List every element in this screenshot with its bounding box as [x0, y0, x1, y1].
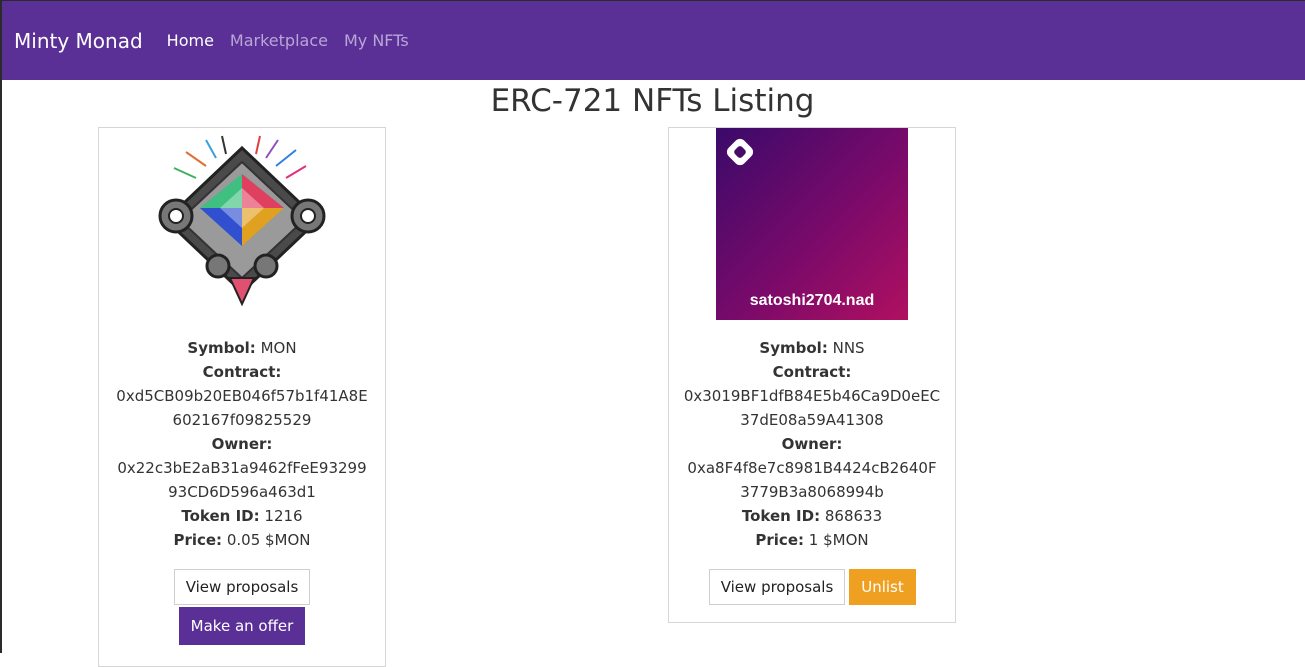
symbol-label: Symbol: — [759, 339, 828, 357]
token-id-row: Token ID: 1216 — [99, 504, 385, 528]
nft-card: satoshi2704.nad Symbol: NNS Contract: 0x… — [668, 127, 956, 623]
token-id-row: Token ID: 868633 — [669, 504, 955, 528]
symbol-value: MON — [260, 339, 297, 357]
token-id-label: Token ID: — [741, 507, 821, 525]
contract-label: Contract: — [772, 363, 852, 381]
price-label: Price: — [173, 531, 223, 549]
symbol-value: NNS — [832, 339, 865, 357]
token-id-value: 868633 — [824, 507, 883, 525]
owner-address: 0xa8F4f8e7c8981B4424cB2640F3779B3a806899… — [687, 459, 937, 501]
owner-label: Owner: — [781, 435, 843, 453]
nav-link-my-nfts[interactable]: My NFTs — [344, 31, 409, 50]
view-proposals-button[interactable]: View proposals — [174, 569, 310, 605]
price-row: Price: 0.05 $MON — [99, 528, 385, 552]
token-id-label: Token ID: — [181, 507, 260, 525]
unlist-button[interactable]: Unlist — [849, 569, 916, 605]
price-label: Price: — [755, 531, 804, 549]
price-value: 0.05 $MON — [226, 531, 311, 549]
nns-domain-text: satoshi2704.nad — [750, 292, 875, 309]
contract-address: 0x3019BF1dfB84E5b46Ca9D0eEC37dE08a59A413… — [683, 387, 941, 429]
brand-logo[interactable]: Minty Monad — [14, 29, 143, 53]
token-id-value: 1216 — [264, 507, 303, 525]
owner-label: Owner: — [211, 435, 273, 453]
nft-image-gem-gear — [158, 135, 326, 307]
page-title: ERC-721 NFTs Listing — [490, 83, 815, 119]
nft-details: Symbol: MON Contract: 0xd5CB09b20EB046f5… — [99, 336, 385, 552]
view-proposals-button[interactable]: View proposals — [709, 569, 845, 605]
nft-details: Symbol: NNS Contract: 0x3019BF1dfB84E5b4… — [669, 336, 955, 552]
navbar: Minty Monad Home Marketplace My NFTs — [2, 1, 1305, 80]
symbol-row: Symbol: MON — [99, 336, 385, 360]
nav-link-home[interactable]: Home — [167, 31, 214, 50]
price-row: Price: 1 $MON — [669, 528, 955, 552]
owner-address: 0x22c3bE2aB31a9462fFeE9329993CD6D596a463… — [117, 459, 367, 501]
symbol-row: Symbol: NNS — [669, 336, 955, 360]
symbol-label: Symbol: — [187, 339, 256, 357]
make-offer-button[interactable]: Make an offer — [179, 607, 305, 645]
contract-address: 0xd5CB09b20EB046f57b1f41A8E602167f098255… — [116, 387, 368, 429]
contract-label: Contract: — [202, 363, 282, 381]
nft-card: Symbol: MON Contract: 0xd5CB09b20EB046f5… — [98, 127, 386, 667]
nav-link-marketplace[interactable]: Marketplace — [230, 31, 328, 50]
price-value: 1 $MON — [808, 531, 869, 549]
nft-image-nns-domain: satoshi2704.nad — [716, 128, 908, 320]
